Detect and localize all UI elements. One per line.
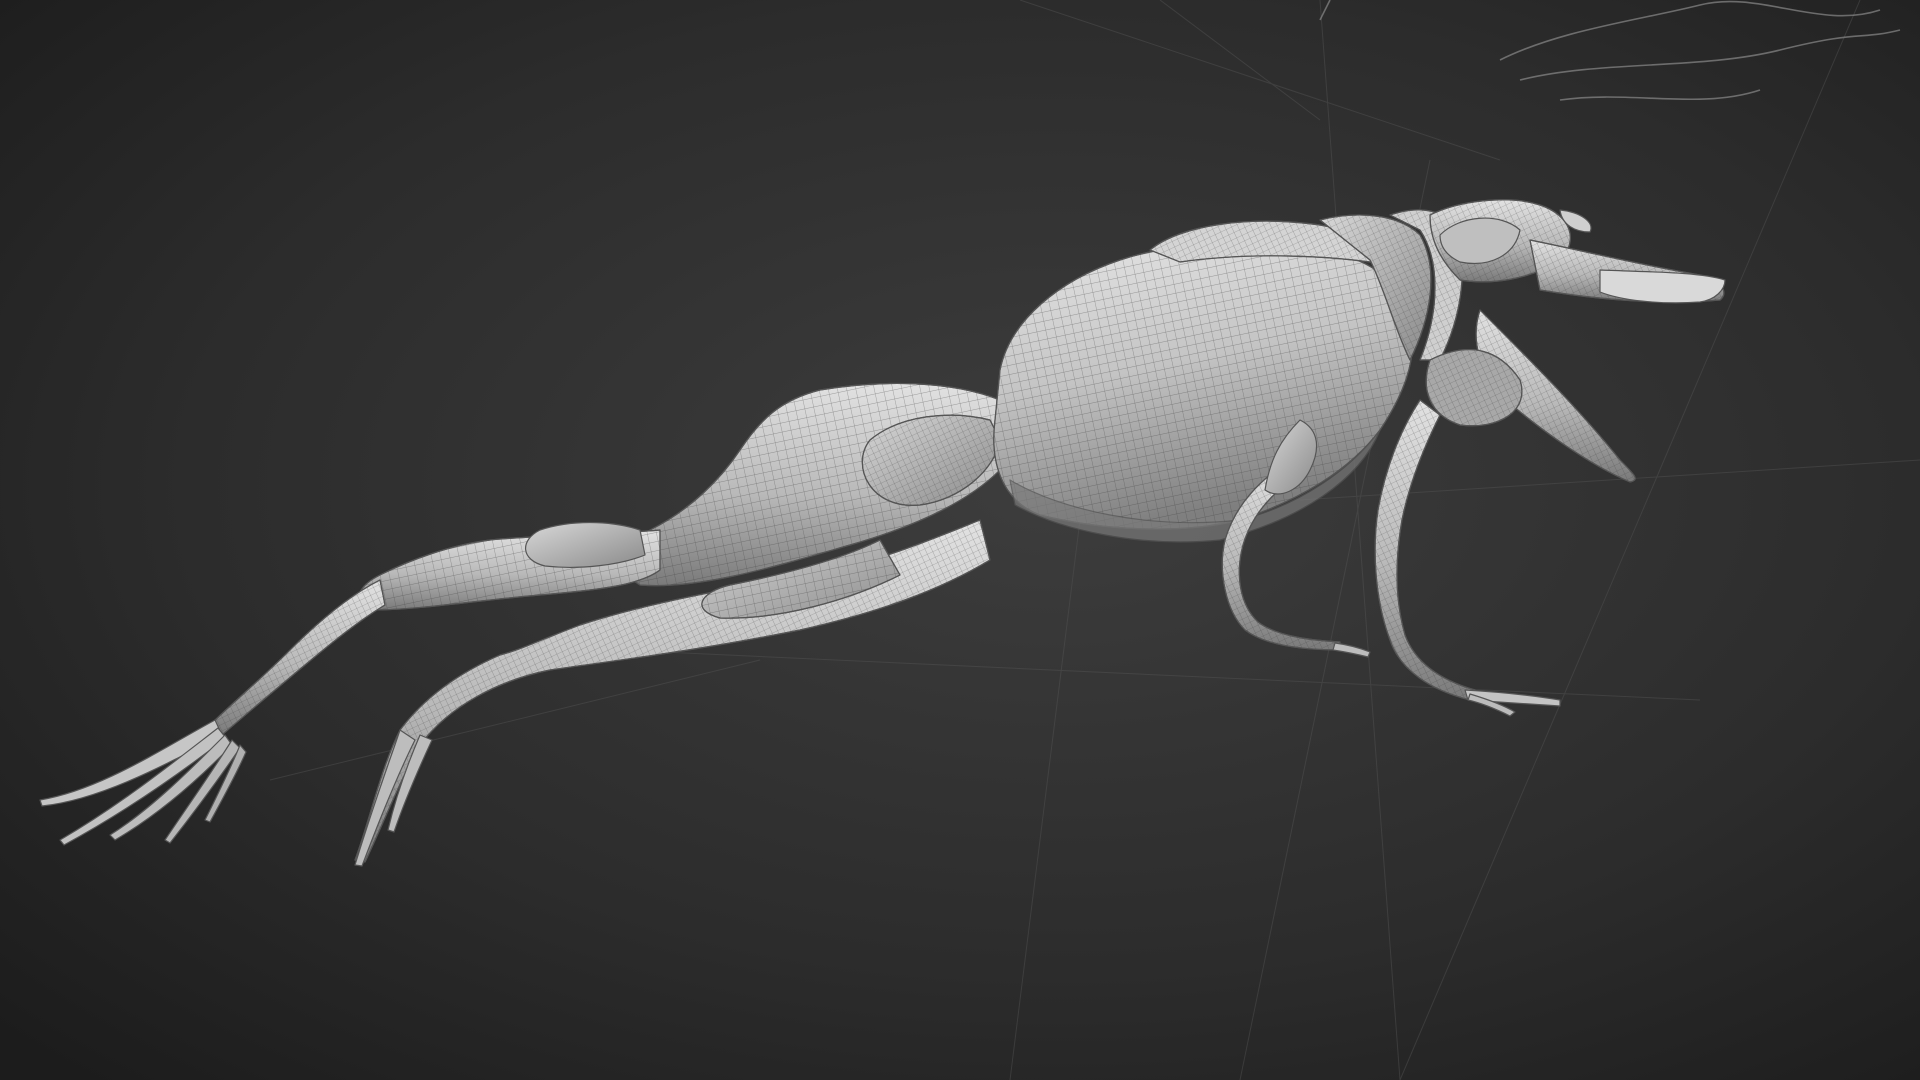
3d-viewport[interactable] <box>0 0 1920 1080</box>
frog-render <box>0 0 1920 1080</box>
